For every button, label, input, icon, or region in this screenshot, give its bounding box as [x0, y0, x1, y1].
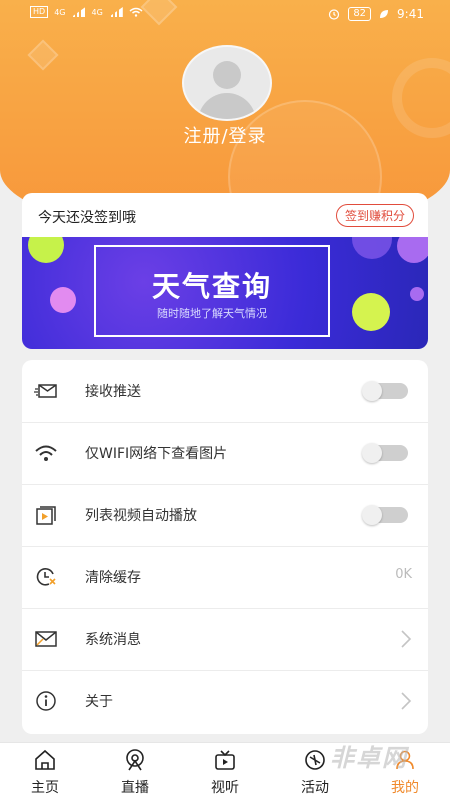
banner-bubble — [410, 287, 424, 301]
cache-size: 0K — [395, 567, 412, 582]
signin-card: 今天还没签到哦 签到赚积分 天气查询 随时随地了解天气情况 — [22, 193, 428, 349]
avatar[interactable] — [182, 45, 272, 121]
clear-cache-icon — [36, 568, 56, 586]
setting-label: 列表视频自动播放 — [85, 508, 197, 524]
wifi-icon — [35, 445, 57, 461]
chevron-right-icon — [401, 692, 412, 710]
toggle-knob — [362, 443, 382, 463]
info-icon — [36, 691, 56, 711]
tab-av[interactable]: 视听 — [180, 743, 270, 801]
tab-label: 视听 — [211, 780, 239, 796]
banner-bubble — [50, 287, 76, 313]
signin-prompt: 今天还没签到哦 — [38, 210, 136, 226]
setting-autoplay[interactable]: 列表视频自动播放 — [22, 484, 428, 547]
setting-clear-cache[interactable]: 清除缓存 0K — [22, 546, 428, 609]
setting-label: 接收推送 — [85, 384, 141, 400]
watermark: 非卓网 — [330, 744, 408, 772]
banner-subtitle: 随时随地了解天气情况 — [157, 307, 267, 320]
live-icon — [126, 749, 144, 771]
network-type: 4G — [54, 7, 66, 17]
wifi-images-toggle[interactable] — [362, 443, 408, 463]
setting-push[interactable]: 接收推送 — [22, 360, 428, 423]
tab-label: 我的 — [391, 780, 419, 796]
setting-label: 系统消息 — [85, 632, 141, 648]
signin-button[interactable]: 签到赚积分 — [335, 204, 414, 227]
setting-wifi-images[interactable]: 仅WIFI网络下查看图片 — [22, 422, 428, 485]
home-icon — [35, 749, 55, 770]
tab-live[interactable]: 直播 — [90, 743, 180, 801]
autoplay-toggle[interactable] — [362, 505, 408, 525]
alarm-icon — [329, 9, 340, 20]
battery-level: 82 — [348, 7, 372, 21]
setting-label: 清除缓存 — [85, 570, 141, 586]
hd-badge: HD — [30, 6, 49, 18]
leaf-icon — [380, 10, 389, 18]
login-link[interactable]: 注册/登录 — [0, 122, 450, 148]
banner-bubble — [352, 293, 390, 331]
status-bar: HD 4G 4G 82 9:41 — [0, 0, 450, 30]
tab-home[interactable]: 主页 — [0, 743, 90, 801]
tv-icon — [215, 750, 235, 770]
tab-label: 活动 — [301, 780, 329, 796]
setting-label: 关于 — [85, 694, 113, 710]
avatar-head — [213, 61, 241, 89]
banner-title: 天气查询 — [151, 270, 272, 303]
tab-label: 主页 — [31, 780, 59, 796]
decoration-diamond — [27, 39, 59, 71]
toggle-knob — [362, 505, 382, 525]
video-play-icon — [36, 506, 56, 525]
setting-system-messages[interactable]: 系统消息 — [22, 608, 428, 671]
network-type: 4G — [91, 7, 103, 17]
mail-send-icon — [34, 384, 57, 398]
banner-bubble — [352, 237, 392, 259]
wifi-status-icon — [129, 7, 143, 17]
signal-icon — [108, 7, 123, 17]
avatar-body — [198, 93, 256, 119]
toggle-knob — [362, 381, 382, 401]
setting-label: 仅WIFI网络下查看图片 — [85, 446, 228, 462]
envelope-icon — [35, 631, 57, 647]
activity-icon — [305, 750, 325, 770]
tab-label: 直播 — [121, 780, 149, 796]
settings-list: 接收推送 仅WIFI网络下查看图片 列表视频自动播放 清除缓存 0K 系统消息 … — [22, 360, 428, 734]
push-toggle[interactable] — [362, 381, 408, 401]
clock-time: 9:41 — [397, 7, 424, 21]
banner-bubble — [28, 237, 64, 263]
banner-bubble — [397, 237, 428, 263]
setting-about[interactable]: 关于 — [22, 670, 428, 732]
signal-icon — [71, 7, 86, 17]
weather-banner[interactable]: 天气查询 随时随地了解天气情况 — [22, 237, 428, 349]
chevron-right-icon — [401, 630, 412, 648]
